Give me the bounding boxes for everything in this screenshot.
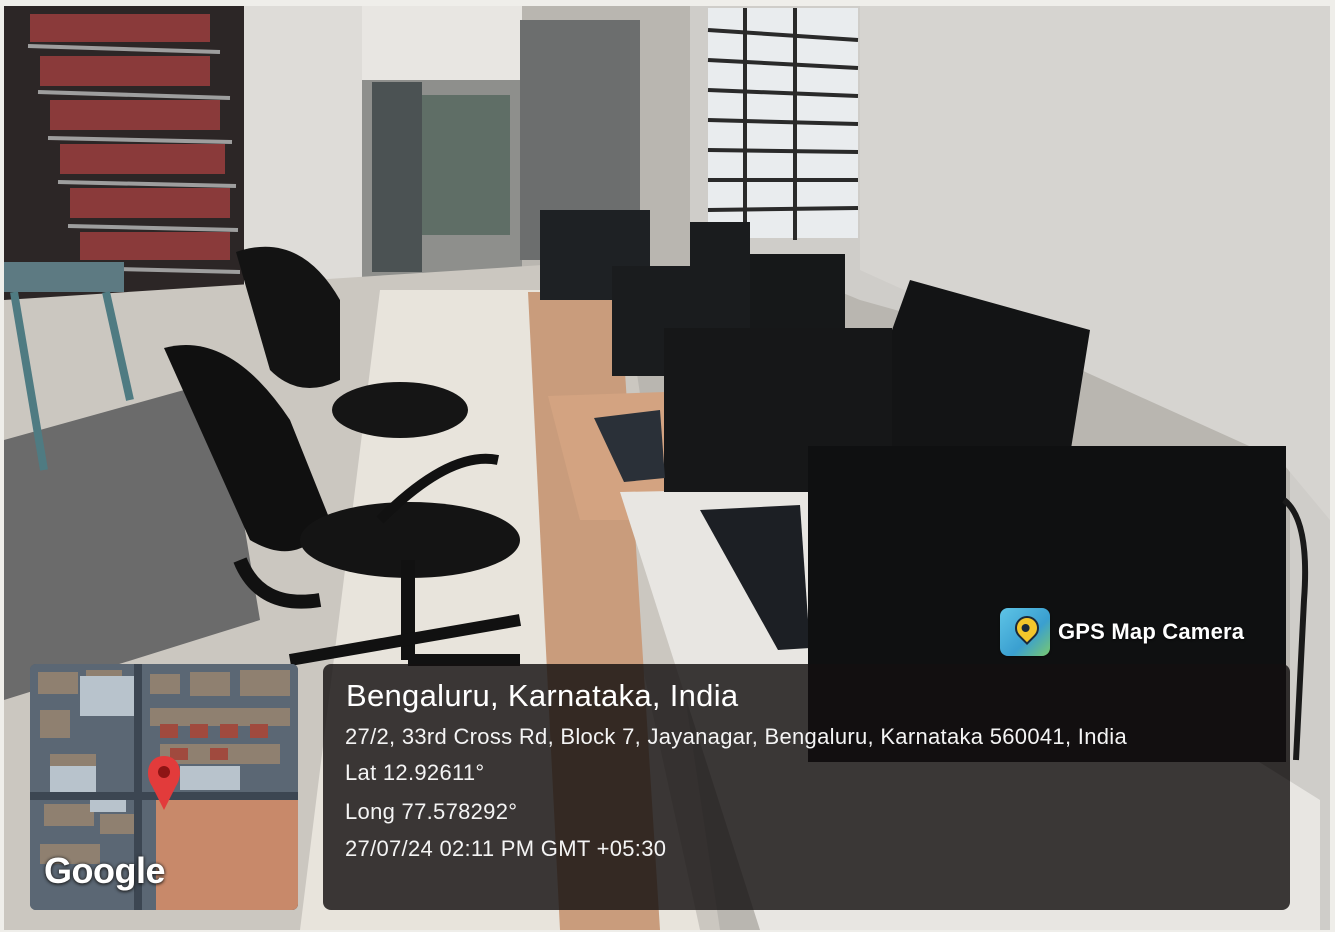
- address-text: 27/2, 33rd Cross Rd, Block 7, Jayanagar,…: [345, 724, 1127, 749]
- location-pin-icon: [1010, 611, 1044, 645]
- app-badge: GPS Map Camera: [1000, 606, 1244, 658]
- google-logo: Google: [44, 850, 166, 891]
- datetime-text: 27/07/24 02:11 PM GMT +05:30: [345, 836, 667, 861]
- map-thumbnail: Google: [30, 664, 298, 910]
- location-title: Bengaluru, Karnataka, India: [346, 678, 739, 713]
- latitude-text: Lat 12.92611°: [345, 760, 485, 785]
- location-info-panel: Bengaluru, Karnataka, India 27/2, 33rd C…: [323, 664, 1290, 910]
- longitude-text: Long 77.578292°: [345, 799, 518, 824]
- app-name: GPS Map Camera: [1058, 619, 1245, 644]
- gps-map-camera-icon: [1000, 608, 1050, 656]
